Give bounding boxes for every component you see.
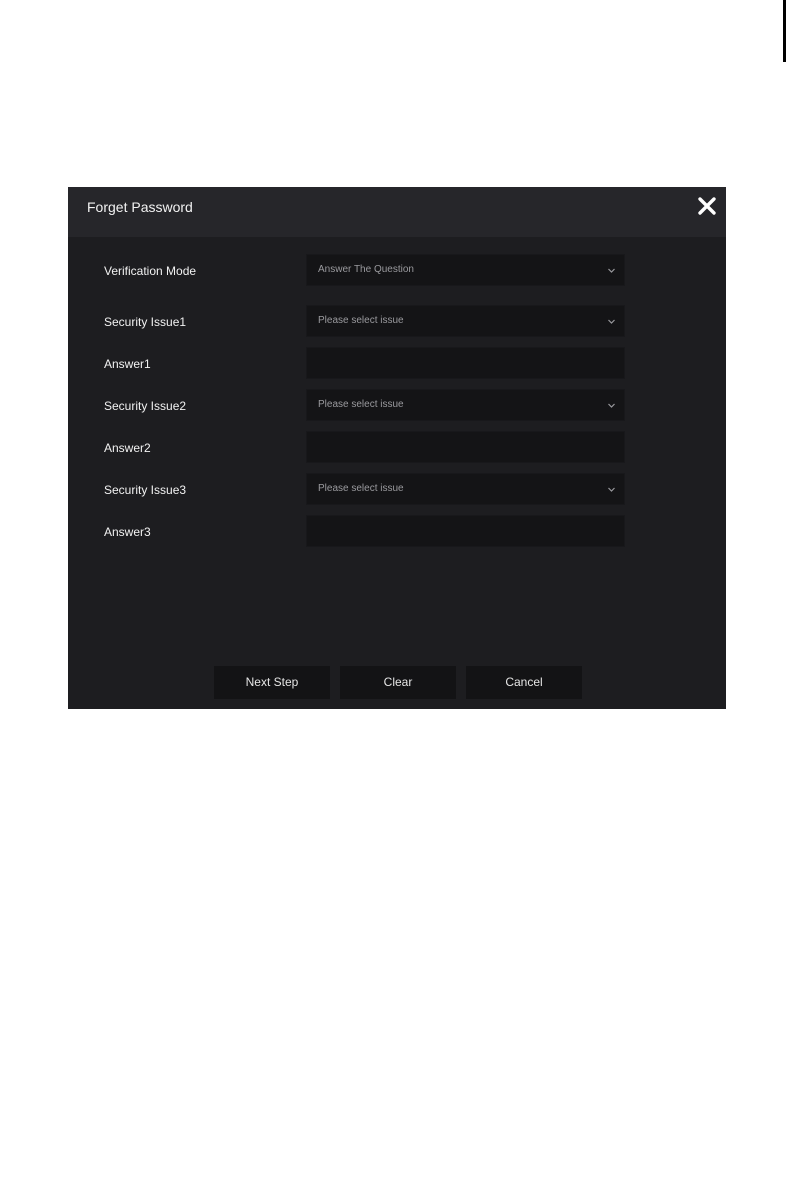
close-button[interactable] <box>696 195 718 217</box>
chevron-down-icon <box>608 403 615 408</box>
answer2-input[interactable] <box>306 431 625 463</box>
dialog-title: Forget Password <box>87 199 193 215</box>
cancel-button[interactable]: Cancel <box>466 666 582 699</box>
answer1-label: Answer1 <box>104 357 151 371</box>
answer2-label: Answer2 <box>104 441 151 455</box>
answer1-input[interactable] <box>306 347 625 379</box>
chevron-down-icon <box>608 268 615 273</box>
answer3-input[interactable] <box>306 515 625 547</box>
page-edge-bar <box>783 0 786 62</box>
security-issue2-label: Security Issue2 <box>104 399 187 413</box>
forget-password-dialog: Forget Password Verification Mode Answer… <box>68 187 726 709</box>
verification-mode-select[interactable]: Answer The Question <box>306 254 625 286</box>
close-icon <box>698 197 716 215</box>
security-issue1-label: Security Issue1 <box>104 315 187 329</box>
dialog-header: Forget Password <box>68 187 726 237</box>
verification-mode-value: Answer The Question <box>318 264 414 275</box>
security-issue1-select[interactable]: Please select issue <box>306 305 625 337</box>
clear-button[interactable]: Clear <box>340 666 456 699</box>
chevron-down-icon <box>608 319 615 324</box>
security-issue3-value: Please select issue <box>318 483 404 494</box>
chevron-down-icon <box>608 487 615 492</box>
security-issue2-value: Please select issue <box>318 399 404 410</box>
security-issue3-select[interactable]: Please select issue <box>306 473 625 505</box>
security-issue3-label: Security Issue3 <box>104 483 187 497</box>
security-issue2-select[interactable]: Please select issue <box>306 389 625 421</box>
verification-mode-label: Verification Mode <box>104 264 197 278</box>
security-issue1-value: Please select issue <box>318 315 404 326</box>
next-step-button[interactable]: Next Step <box>214 666 330 699</box>
answer3-label: Answer3 <box>104 525 151 539</box>
